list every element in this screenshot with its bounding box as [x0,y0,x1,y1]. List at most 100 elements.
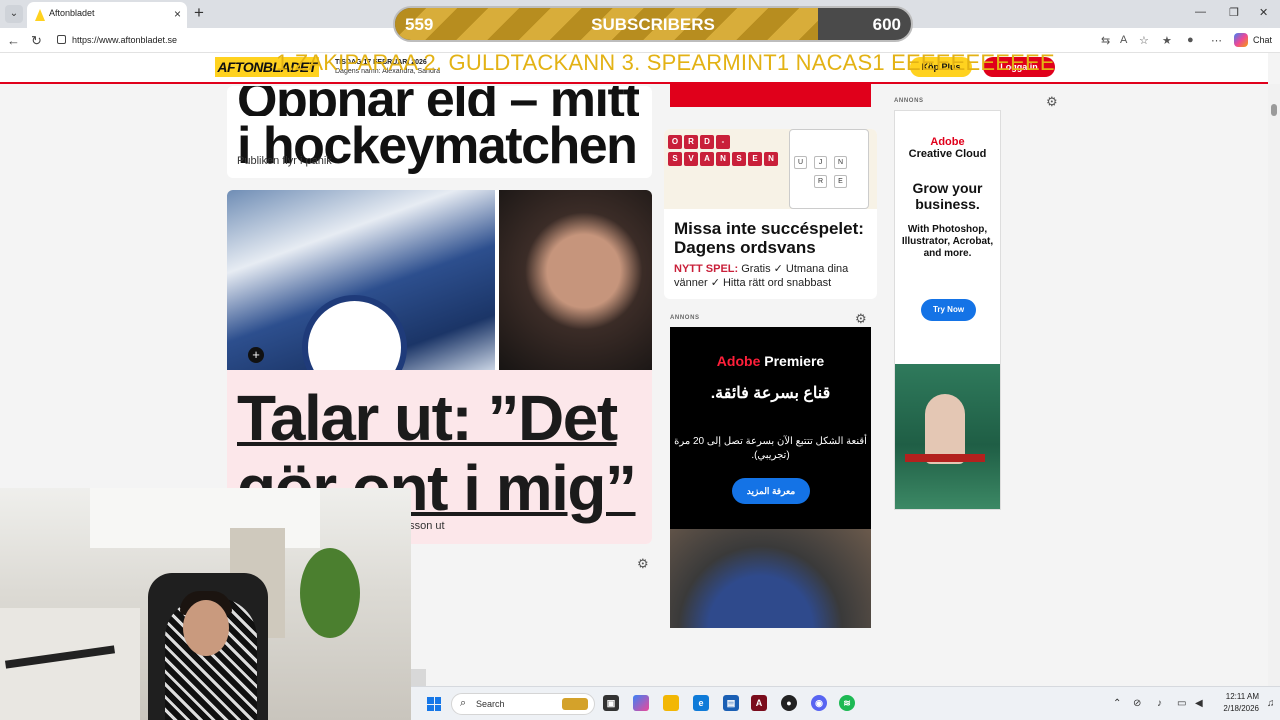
search-highlight-icon [562,698,588,710]
letter-cell: N [834,156,847,169]
webcam-overlay [0,488,411,720]
svansen-tile: V [684,152,698,166]
headline-line-1: Talar ut: ”Det [237,382,618,454]
cc-product: Creative Cloud [908,148,987,160]
start-windows-icon[interactable] [427,697,441,711]
task-view-icon[interactable]: ▣ [603,695,619,711]
network-off-icon[interactable]: ⊘ [1133,698,1141,709]
close-window-icon[interactable]: ✕ [1259,6,1268,19]
game-title[interactable]: Missa inte succéspelet: Dagens ordsvans [674,219,874,257]
microphone-icon[interactable]: ♪ [1157,698,1162,709]
favorite-star-icon[interactable]: ☆ [1139,34,1149,47]
game-promo-card[interactable]: ORD- SVANSEN JNREU Missa inte succéspele… [664,129,877,299]
new-tab-icon[interactable]: + [194,3,204,23]
svansen-tile: E [748,152,762,166]
copilot-icon[interactable] [1234,33,1248,47]
adobe-creative-cloud-ad[interactable]: Adobe Creative Cloud Grow your business. … [894,110,1001,510]
svansen-tile: N [764,152,778,166]
ord-tile: - [716,135,730,149]
read-aloud-icon[interactable]: A [1120,34,1127,46]
copilot-app-icon[interactable] [633,695,649,711]
ord-tile: O [668,135,682,149]
favorites-icon[interactable]: ★ [1162,34,1172,47]
edge-icon[interactable]: e [693,695,709,711]
subscriber-goal: 600 [872,15,901,34]
acrobat-icon[interactable]: A [751,695,767,711]
ad-label-right: ANNONS [894,98,924,104]
tab-actions-menu-icon[interactable]: ⌄ [5,5,23,23]
volume-icon[interactable]: ◀ [1195,698,1203,709]
article-card-hockey[interactable]: Öppnar eld – mitt i hockeymatchen Publik… [227,86,652,178]
translate-icon[interactable]: ⇆ [1101,34,1110,47]
ord-tile: D [700,135,714,149]
tab-aftonbladet[interactable]: Aftonbladet × [27,2,187,28]
letter-grid: JNRE U [789,129,869,209]
cc-body: With Photoshop, Illustrator, Acrobat, an… [901,224,994,259]
add-plus-icon[interactable]: + [248,347,264,363]
ad-label: ANNONS [670,315,700,321]
search-placeholder: Search [476,699,505,709]
premiere-brand: Adobe [716,353,761,369]
premiere-product: Premiere [764,353,825,369]
windows-taskbar: ⌕ Search ▣ e ▤ A ● ◉ ≋ ⌃ ⊘ ♪ ▭ ◀ 12:11 A… [411,686,1280,720]
red-table [905,454,985,462]
ord-tile: R [684,135,698,149]
file-explorer-icon[interactable] [663,695,679,711]
notification-bell-icon[interactable]: ♫ [1267,698,1275,709]
ad-settings-gear-icon[interactable]: ⚙ [855,311,867,327]
svansen-tile: N [716,152,730,166]
refresh-icon[interactable]: ↻ [31,33,42,49]
clock-time[interactable]: 12:11 AM [1219,692,1259,701]
clock-date[interactable]: 2/18/2026 [1214,704,1259,713]
display-icon[interactable]: ▭ [1177,698,1186,709]
ceiling [90,488,320,548]
spotify-icon[interactable]: ≋ [839,695,855,711]
profile-avatar-icon[interactable]: ● [1187,34,1194,46]
svansen-tile: S [732,152,746,166]
streamer-face [183,600,229,656]
cc-brand: Adobe [930,136,965,148]
cc-headline: Grow your business. [912,180,983,212]
letter-cell: U [794,156,807,169]
chat-button[interactable]: Chat [1253,35,1272,45]
tab-title: Aftonbladet [49,8,95,18]
obs-icon[interactable]: ● [781,695,797,711]
premiere-learn-more-button[interactable]: معرفة المزيد [732,478,810,504]
premiere-body: أقنعة الشكل تتتبع الآن بسرعة تصل إلى 20 … [674,436,867,461]
coach-portrait-photo [499,190,652,370]
close-tab-icon[interactable]: × [174,7,181,21]
hockey-team-photo [227,190,495,400]
back-icon[interactable]: ← [7,33,20,48]
ad-settings-gear-icon-right[interactable]: ⚙ [1046,94,1058,110]
game-description: NYTT SPEL: Gratis ✓ Utmana dina vänner ✓… [674,262,874,290]
more-options-icon[interactable]: ⋯ [1211,34,1222,47]
letter-cell: E [834,175,847,188]
svansen-tile: S [668,152,682,166]
aftonbladet-favicon-icon [35,9,45,21]
letter-cell: R [814,175,827,188]
discord-icon[interactable]: ◉ [811,695,827,711]
taskbar-search[interactable]: ⌕ Search [451,693,595,715]
site-info-icon[interactable] [57,35,66,44]
adobe-premiere-ad[interactable]: Adobe Premiere قناع بسرعة فائقة. أقنعة ا… [670,327,871,628]
url-text: https://www.aftonbladet.se [72,35,178,45]
red-ad-banner[interactable] [670,84,871,107]
cc-ad-photo [895,364,1000,509]
premiere-ad-photo [670,529,871,628]
top-supporters-ticker: 1.ZAKIPARAA 2. GULDTACKANN 3. SPEARMINT1… [276,50,1055,75]
plant [300,548,360,638]
search-icon: ⌕ [460,697,467,709]
subscriber-label: SUBSCRIBERS [591,15,715,34]
maximize-icon[interactable]: ❐ [1229,6,1239,19]
cc-try-now-button[interactable]: Try Now [921,299,976,321]
subscriber-goal-bar: 559 SUBSCRIBERS 600 [393,6,913,42]
letter-cell: J [814,156,827,169]
settings-gear-icon[interactable]: ⚙ [637,556,649,572]
store-icon[interactable]: ▤ [723,695,739,711]
headline-line-2: i hockeymatchen [237,117,638,175]
tray-chevron-icon[interactable]: ⌃ [1113,698,1121,709]
page-scrollbar[interactable] [1268,84,1280,686]
horizontal-scroll-stub [411,669,426,686]
minimize-icon[interactable]: — [1195,6,1206,18]
scrollbar-thumb[interactable] [1271,104,1277,116]
